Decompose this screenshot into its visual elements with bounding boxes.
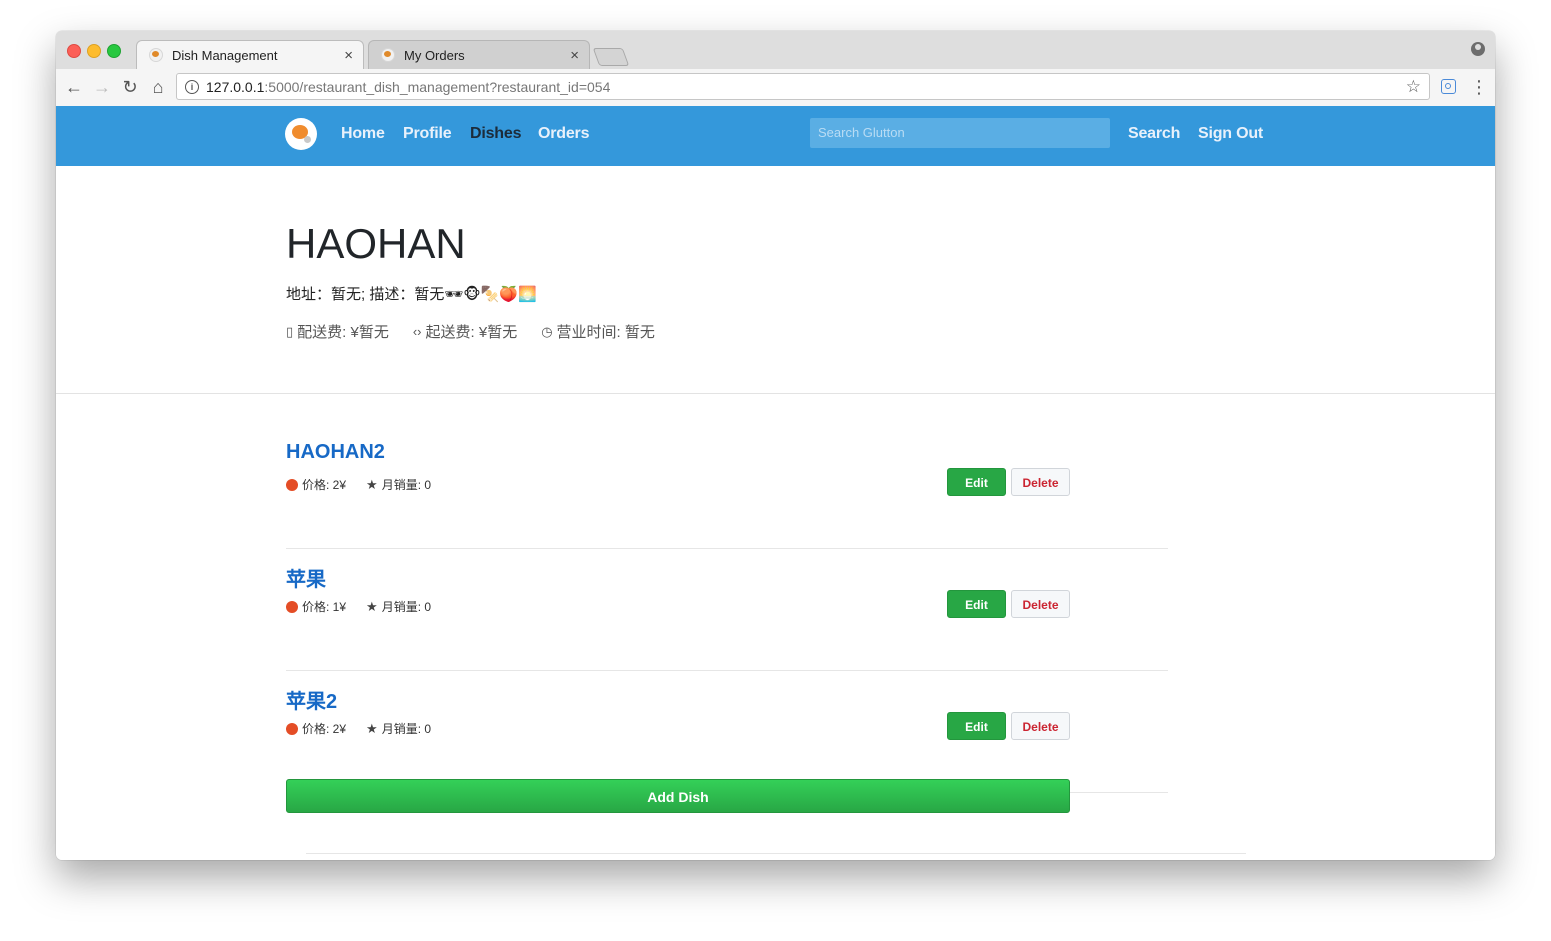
tab-close-icon[interactable]: × (344, 47, 353, 64)
url-host: 127.0.0.1 (206, 78, 265, 95)
star-icon: ★ (366, 476, 378, 492)
nav-orders-link[interactable]: Orders (538, 125, 589, 143)
delete-button[interactable]: Delete (1011, 712, 1070, 740)
price-dot-icon (286, 600, 298, 613)
dish-meta: 价格: 1¥ ★ 月销量: 0 (286, 598, 431, 615)
back-arrow-icon[interactable]: ← (63, 76, 85, 98)
edit-button[interactable]: Edit (947, 712, 1006, 740)
restaurant-description: 地址：暂无; 描述：暂无🕶🐵🍢🍑🌅 (286, 286, 537, 303)
dish-name-link[interactable]: 苹果 (286, 563, 326, 592)
dish-name-link[interactable]: 苹果2 (286, 685, 337, 714)
receipt-icon: ▯ (286, 323, 294, 339)
divider (306, 853, 1246, 854)
delete-button[interactable]: Delete (1011, 468, 1070, 496)
search-input[interactable]: Search Glutton (810, 118, 1110, 148)
tab-title: Dish Management (172, 47, 278, 63)
site-favicon-icon (381, 48, 395, 62)
tab-my-orders[interactable]: My Orders × (368, 40, 590, 69)
dish-sales: 月销量: 0 (381, 722, 432, 736)
dish-price: 价格: 1¥ (302, 600, 347, 614)
site-favicon-icon (149, 48, 163, 62)
price-dot-icon (286, 722, 298, 735)
min-order: ‹› 起送费: ¥暂无 (413, 321, 517, 342)
tab-title: My Orders (404, 47, 465, 63)
restaurant-header: HAOHAN 地址：暂无; 描述：暂无🕶🐵🍢🍑🌅 ▯ 配送费: ¥暂无 ‹› 起… (56, 166, 1495, 394)
nav-profile-link[interactable]: Profile (403, 125, 452, 143)
close-window-button[interactable] (67, 44, 81, 58)
dish-meta: 价格: 2¥ ★ 月销量: 0 (286, 720, 431, 737)
restaurant-name: HAOHAN (286, 220, 466, 267)
price-dot-icon (286, 478, 298, 491)
maximize-window-button[interactable] (107, 44, 121, 58)
bookmark-star-icon[interactable]: ☆ (1406, 77, 1421, 97)
code-icon: ‹› (412, 324, 422, 339)
delete-button[interactable]: Delete (1011, 590, 1070, 618)
add-dish-button[interactable]: Add Dish (286, 779, 1070, 813)
new-tab-button[interactable] (592, 48, 630, 66)
browser-window: Dish Management × My Orders × ← → ↻ ⌂ i … (56, 31, 1495, 860)
page-content: Home Profile Dishes Orders Search Glutto… (56, 106, 1495, 860)
edit-button[interactable]: Edit (947, 590, 1006, 618)
opening-hours: ◷ 营业时间: 暂无 (541, 321, 655, 342)
dish-price: 价格: 2¥ (302, 722, 347, 736)
site-navbar: Home Profile Dishes Orders Search Glutto… (56, 106, 1495, 166)
dish-price: 价格: 2¥ (302, 478, 347, 492)
tab-dish-management[interactable]: Dish Management × (136, 40, 364, 69)
site-info-icon[interactable]: i (185, 79, 199, 94)
delivery-fee-text: 配送费: ¥暂无 (297, 324, 389, 341)
site-logo[interactable] (285, 118, 317, 150)
clock-icon: ◷ (541, 323, 553, 339)
forward-arrow-icon[interactable]: → (91, 76, 113, 98)
delivery-fee: ▯ 配送费: ¥暂无 (286, 321, 389, 342)
tab-close-icon[interactable]: × (570, 47, 579, 64)
dish-sales: 月销量: 0 (381, 478, 432, 492)
dish-meta: 价格: 2¥ ★ 月销量: 0 (286, 476, 431, 493)
browser-profile-icon[interactable] (1471, 42, 1485, 56)
tab-strip: Dish Management × My Orders × (56, 31, 1495, 69)
nav-dishes-link[interactable]: Dishes (470, 125, 521, 143)
dish-item: 苹果2 价格: 2¥ ★ 月销量: 0 Edit Delete (286, 670, 1168, 793)
address-bar[interactable]: i 127.0.0.1 :5000/restaurant_dish_manage… (176, 73, 1430, 100)
star-icon: ★ (366, 598, 378, 614)
star-icon: ★ (366, 720, 378, 736)
dish-sales: 月销量: 0 (381, 600, 432, 614)
extension-icon[interactable] (1441, 79, 1456, 94)
opening-hours-text: 营业时间: 暂无 (556, 324, 655, 341)
home-icon[interactable]: ⌂ (147, 76, 169, 98)
dish-item: HAOHAN2 价格: 2¥ ★ 月销量: 0 Edit Delete (286, 426, 1168, 549)
browser-toolbar: ← → ↻ ⌂ i 127.0.0.1 :5000/restaurant_dis… (56, 69, 1495, 107)
restaurant-meta: ▯ 配送费: ¥暂无 ‹› 起送费: ¥暂无 ◷ 营业时间: 暂无 (286, 321, 655, 342)
sign-out-link[interactable]: Sign Out (1198, 125, 1263, 143)
search-button[interactable]: Search (1128, 125, 1180, 143)
dish-item: 苹果 价格: 1¥ ★ 月销量: 0 Edit Delete (286, 548, 1168, 671)
reload-icon[interactable]: ↻ (119, 76, 141, 98)
edit-button[interactable]: Edit (947, 468, 1006, 496)
min-order-text: 起送费: ¥暂无 (425, 324, 518, 341)
nav-home-link[interactable]: Home (341, 125, 385, 143)
minimize-window-button[interactable] (87, 44, 101, 58)
dish-name-link[interactable]: HAOHAN2 (286, 441, 385, 464)
url-path: :5000/restaurant_dish_management?restaur… (264, 78, 611, 95)
browser-menu-icon[interactable]: ⋮ (1470, 76, 1488, 98)
